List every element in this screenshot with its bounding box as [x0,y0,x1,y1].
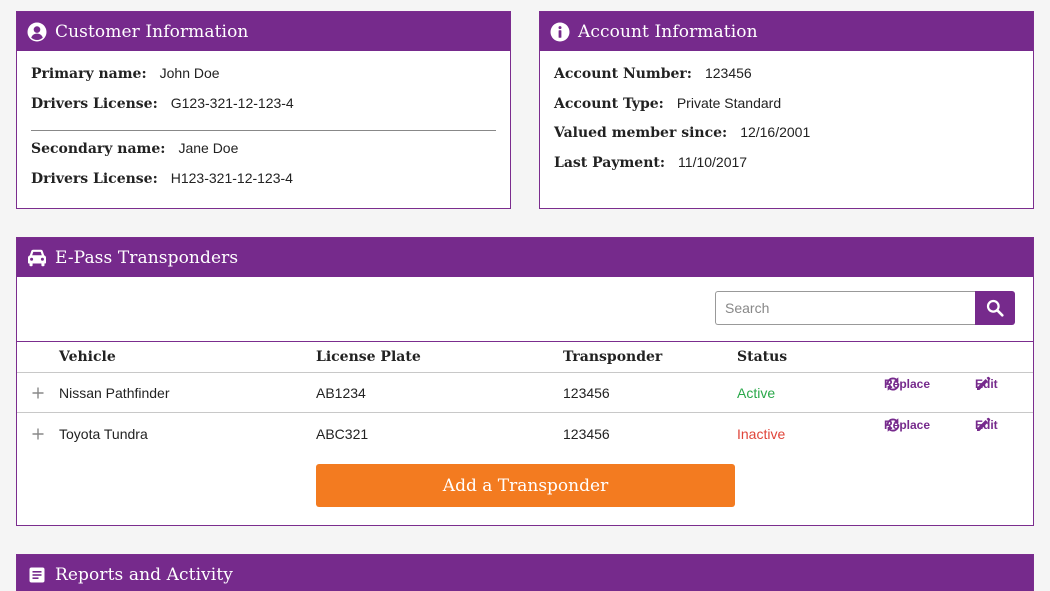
account-information-title: Account Information [578,22,758,42]
customer-information-header: Customer Information [17,12,510,51]
primary-name-value: John Doe [160,65,220,81]
primary-license-value: G123-321-12-123-4 [171,95,294,111]
account-type-row: Account Type: Private Standard [540,95,1033,125]
primary-license-row: Drivers License: G123-321-12-123-4 [17,95,510,125]
column-header-transponder: Transponder [563,349,662,365]
document-icon [27,565,47,585]
transponders-table-header: Vehicle License Plate Transponder Status [17,341,1033,373]
secondary-license-value: H123-321-12-123-4 [171,170,293,186]
column-header-license-plate: License Plate [316,349,421,365]
account-type-value: Private Standard [677,95,781,111]
plate-cell: ABC321 [316,426,368,442]
last-payment-value: 11/10/2017 [678,154,747,170]
transponders-title: E-Pass Transponders [55,248,238,268]
status-cell: Inactive [737,426,785,442]
member-since-label: Valued member since: [554,125,727,141]
last-payment-label: Last Payment: [554,155,665,171]
search-icon [986,299,1004,317]
customer-divider [31,130,496,131]
expand-row-icon[interactable] [31,427,45,441]
account-number-row: Account Number: 123456 [540,65,1033,95]
search-button[interactable] [975,291,1015,325]
transponders-header: E-Pass Transponders [17,238,1033,277]
add-transponder-button[interactable]: Add a Transponder [316,464,735,507]
vehicle-cell: Toyota Tundra [59,426,148,442]
secondary-name-label: Secondary name: [31,141,165,157]
account-information-panel: Account Information Account Number: 1234… [539,11,1034,209]
expand-row-icon[interactable] [31,386,45,400]
vehicle-cell: Nissan Pathfinder [59,385,170,401]
transponder-cell: 123456 [563,385,610,401]
edit-label: Edit [975,377,998,391]
account-information-header: Account Information [540,12,1033,51]
column-header-status: Status [737,349,787,365]
reports-panel: Reports and Activity [16,554,1034,591]
member-since-row: Valued member since: 12/16/2001 [540,124,1033,154]
primary-license-label: Drivers License: [31,96,158,112]
table-row: Nissan Pathfinder AB1234 123456 Active R… [17,373,1033,413]
replace-label: Replace [884,377,930,391]
edit-label: Edit [975,418,998,432]
last-payment-row: Last Payment: 11/10/2017 [540,154,1033,184]
account-type-label: Account Type: [554,96,664,112]
secondary-name-value: Jane Doe [178,140,238,156]
account-number-label: Account Number: [554,66,692,82]
search-input[interactable] [715,291,975,325]
reports-header[interactable]: Reports and Activity [17,555,1033,591]
secondary-name-row: Secondary name: Jane Doe [17,140,510,170]
info-circle-icon [550,22,570,42]
member-since-value: 12/16/2001 [740,124,810,140]
primary-name-label: Primary name: [31,66,147,82]
user-circle-icon [27,22,47,42]
table-row: Toyota Tundra ABC321 123456 Inactive Rep… [17,414,1033,454]
secondary-license-row: Drivers License: H123-321-12-123-4 [17,170,510,200]
status-cell: Active [737,385,775,401]
transponders-panel: E-Pass Transponders Vehicle License Plat… [16,237,1034,526]
customer-information-title: Customer Information [55,22,248,42]
account-number-value: 123456 [705,65,752,81]
secondary-license-label: Drivers License: [31,171,158,187]
column-header-vehicle: Vehicle [59,349,116,365]
customer-information-panel: Customer Information Primary name: John … [16,11,511,209]
search-bar [715,291,1015,325]
plate-cell: AB1234 [316,385,366,401]
reports-title: Reports and Activity [55,565,233,585]
car-icon [27,248,47,268]
transponder-cell: 123456 [563,426,610,442]
primary-name-row: Primary name: John Doe [17,65,510,95]
replace-label: Replace [884,418,930,432]
